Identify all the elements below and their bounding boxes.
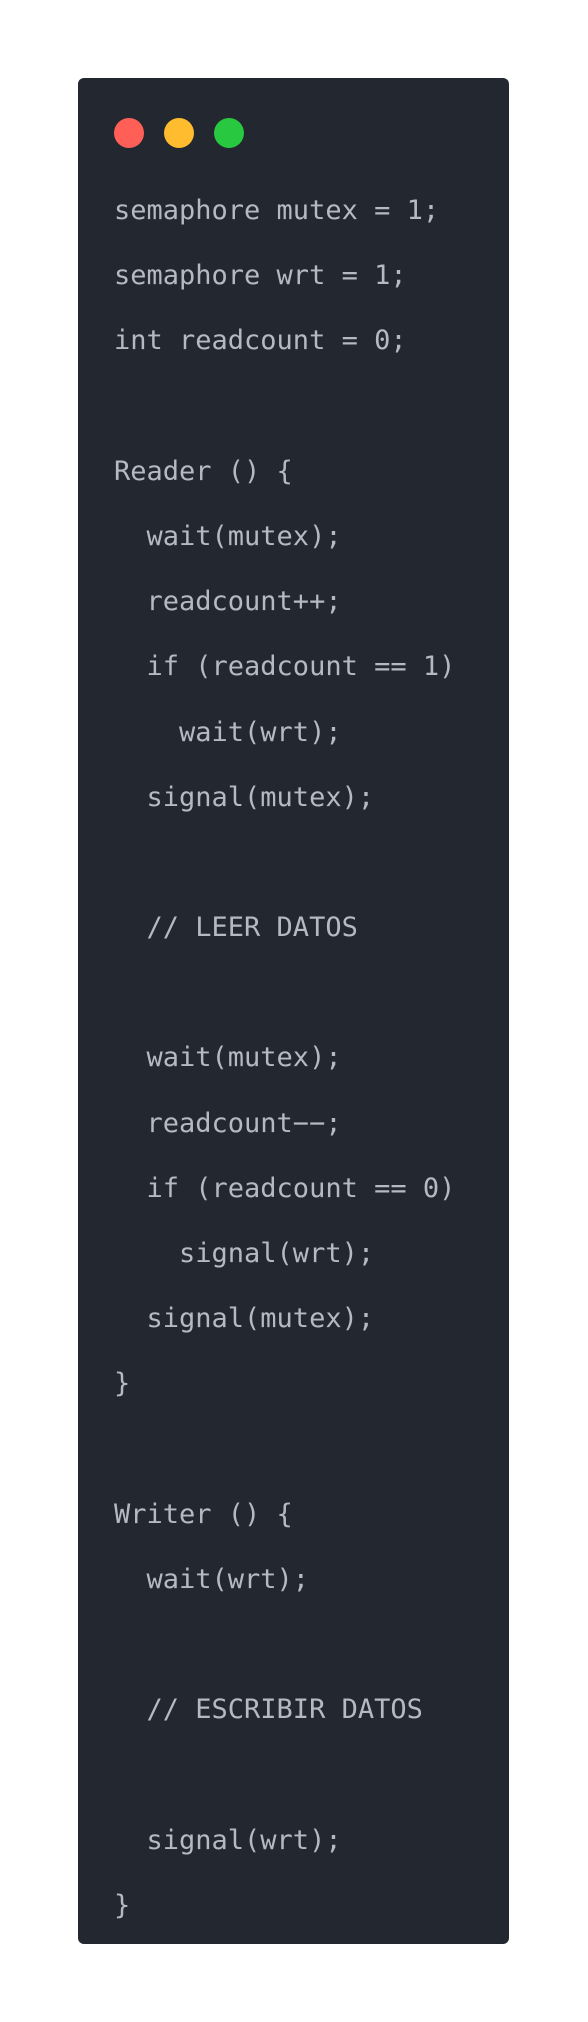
code-line: semaphore mutex = 1; [114, 195, 440, 226]
code-line: wait(wrt); [114, 1563, 310, 1595]
code-line: wait(mutex); [114, 1042, 342, 1074]
code-line: readcount++; [114, 586, 342, 618]
maximize-dot-icon[interactable] [214, 118, 244, 148]
code-line: wait(wrt); [114, 716, 342, 748]
code-line: signal(mutex); [114, 1303, 375, 1335]
code-line: signal(wrt); [114, 1824, 342, 1856]
code-line: } [114, 1368, 131, 1400]
close-dot-icon[interactable] [114, 118, 144, 148]
code-line: signal(wrt); [114, 1238, 375, 1269]
code-block: semaphore mutex = 1; semaphore wrt = 1; … [114, 178, 455, 1938]
code-line: if (readcount == 0) [114, 1172, 456, 1204]
code-line: Reader () { [114, 455, 293, 487]
code-line: semaphore wrt = 1; [114, 260, 407, 292]
code-line: } [114, 1889, 131, 1921]
code-line: // LEER DATOS [114, 912, 358, 944]
minimize-dot-icon[interactable] [164, 118, 194, 148]
code-line: Writer () { [114, 1498, 293, 1530]
code-line: readcount−−; [114, 1107, 342, 1139]
code-line: int readcount = 0; [114, 325, 407, 357]
window-controls [114, 118, 244, 148]
code-window: semaphore mutex = 1; semaphore wrt = 1; … [78, 78, 509, 1944]
code-line: // ESCRIBIR DATOS [114, 1694, 423, 1726]
code-line: signal(mutex); [114, 781, 375, 813]
code-line: if (readcount == 1) [114, 651, 456, 683]
code-line: wait(mutex); [114, 520, 342, 552]
